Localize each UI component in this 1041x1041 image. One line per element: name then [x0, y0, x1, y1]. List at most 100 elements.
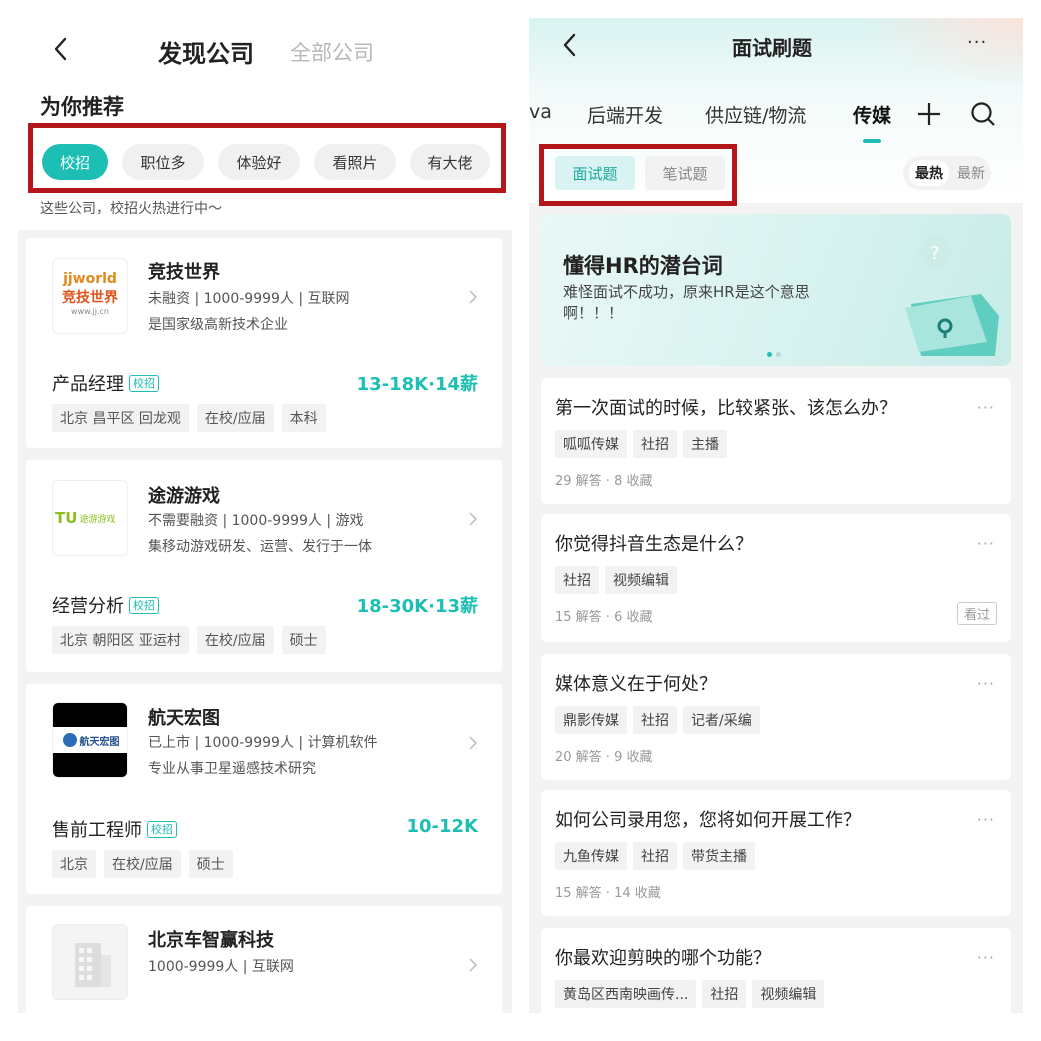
promo-banner[interactable]: 懂得HR的潜台词 难怪面试不成功，原来HR是这个意思啊！！！ ?	[541, 214, 1011, 366]
job-tag: 硕士	[188, 850, 233, 878]
segment-written[interactable]: 笔试题	[645, 156, 725, 190]
folder-illustration-icon: ?	[905, 236, 999, 356]
add-icon[interactable]	[915, 100, 943, 128]
question-card[interactable]: 如何公司录用您，您将如何开展工作？ ··· 九鱼传媒 社招 带货主播 15 解答…	[541, 790, 1011, 916]
question-title: 如何公司录用您，您将如何开展工作？	[555, 810, 861, 831]
company-name: 航天宏图	[148, 708, 220, 729]
company-desc: 集移动游戏研发、运营、发行于一体	[148, 539, 372, 555]
logo-text: TU	[55, 509, 78, 527]
question-type-segment: 面试题 笔试题	[555, 156, 725, 190]
logo-text: 竞技世界	[62, 290, 118, 306]
more-icon[interactable]: ···	[977, 534, 995, 553]
company-name: 竞技世界	[148, 262, 220, 283]
question-card[interactable]: 你最欢迎剪映的哪个功能？ ··· 黄岛区西南映画传... 社招 视频编辑	[541, 928, 1011, 1013]
banner-subtitle: 难怪面试不成功，原来HR是这个意思啊！！！	[563, 283, 810, 322]
question-card[interactable]: 你觉得抖音生态是什么？ ··· 社招 视频编辑 15 解答 · 6 收藏 看过	[541, 514, 1011, 642]
sort-new[interactable]: 最新	[957, 163, 985, 183]
search-icon[interactable]	[969, 100, 997, 128]
back-arrow-icon[interactable]	[557, 31, 585, 59]
question-stats: 20 解答 · 9 收藏	[555, 750, 653, 765]
job-title[interactable]: 售前工程师 校招	[52, 816, 177, 842]
question-tag: 社招	[633, 842, 677, 870]
question-tag: 带货主播	[683, 842, 755, 870]
job-name: 产品经理	[52, 374, 124, 395]
question-tag: 社招	[633, 706, 677, 734]
seen-badge: 看过	[956, 602, 997, 625]
segment-interview[interactable]: 面试题	[555, 156, 635, 190]
job-tag: 在校/应届	[104, 850, 181, 878]
question-title: 你最欢迎剪映的哪个功能？	[555, 948, 771, 969]
question-tag: 鼎影传媒	[555, 706, 627, 734]
more-icon[interactable]: ···	[977, 674, 995, 693]
job-tag: 在校/应届	[196, 626, 274, 654]
company-card[interactable]: jjworld 竞技世界 www.jj.cn 竞技世界 未融资 | 1000-9…	[26, 238, 502, 448]
logo-text: jjworld	[63, 271, 117, 287]
sort-toggle: 最热 最新	[903, 156, 991, 190]
tab-java[interactable]: va	[529, 101, 552, 123]
discover-companies-screen: 发现公司 全部公司 为你推荐 校招 职位多 体验好 看照片 有大佬 这些公司，校…	[18, 18, 512, 1013]
filter-chip-good-experience[interactable]: 体验好	[218, 144, 300, 180]
company-card[interactable]: 航天宏图 航天宏图 已上市 | 1000-9999人 | 计算机软件 专业从事卫…	[26, 684, 502, 894]
question-stats: 29 解答 · 8 收藏	[555, 474, 653, 489]
question-tag: 呱呱传媒	[555, 430, 627, 458]
filter-chip-row: 校招 职位多 体验好 看照片 有大佬	[42, 144, 490, 180]
company-name: 途游游戏	[148, 486, 220, 507]
question-tag: 记者/采编	[683, 706, 760, 734]
sort-hot[interactable]: 最热	[909, 160, 949, 186]
question-card[interactable]: 第一次面试的时候，比较紧张、该怎么办？ ··· 呱呱传媒 社招 主播 29 解答…	[541, 378, 1011, 504]
question-tags: 鼎影传媒 社招 记者/采编	[555, 706, 760, 734]
company-info: 未融资 | 1000-9999人 | 互联网	[148, 291, 350, 307]
job-tags: 北京 朝阳区 亚运村 在校/应届 硕士	[52, 626, 326, 654]
question-title: 媒体意义在于何处？	[555, 674, 717, 695]
job-tag: 北京 昌平区 回龙观	[52, 404, 189, 432]
job-tags: 北京 在校/应届 硕士	[52, 850, 233, 878]
company-name: 北京车智赢科技	[148, 930, 274, 951]
job-name: 售前工程师	[52, 820, 142, 841]
job-title[interactable]: 经营分析 校招	[52, 592, 159, 618]
company-logo: TU 途游游戏	[52, 480, 128, 556]
filter-chip-campus[interactable]: 校招	[42, 144, 108, 180]
salary: 18-30K·13薪	[356, 596, 478, 617]
filter-chip-photos[interactable]: 看照片	[314, 144, 396, 180]
tab-media[interactable]: 传媒	[853, 101, 891, 128]
chevron-right-icon	[469, 512, 478, 526]
interview-practice-screen: 面试刷题 ··· va 后端开发 供应链/物流 传媒 面试题 笔试题 最热 最新…	[529, 18, 1023, 1013]
job-name: 经营分析	[52, 596, 124, 617]
company-card[interactable]: TU 途游游戏 途游游戏 不需要融资 | 1000-9999人 | 游戏 集移动…	[26, 460, 502, 672]
campus-badge: 校招	[147, 820, 177, 838]
question-stats: 15 解答 · 6 收藏	[555, 610, 653, 625]
salary: 13-18K·14薪	[356, 374, 478, 395]
banner-title: 懂得HR的潜台词	[563, 254, 723, 278]
campus-badge: 校招	[129, 596, 159, 614]
campus-badge: 校招	[129, 374, 159, 392]
company-card[interactable]: 北京车智赢科技 1000-9999人 | 互联网	[26, 906, 502, 1013]
filter-chip-many-jobs[interactable]: 职位多	[122, 144, 204, 180]
filter-chip-experts[interactable]: 有大佬	[410, 144, 490, 180]
carousel-dot	[776, 352, 781, 357]
chevron-right-icon	[469, 736, 478, 750]
question-stats: 15 解答 · 14 收藏	[555, 886, 661, 901]
back-arrow-icon[interactable]	[48, 35, 76, 63]
question-tags: 九鱼传媒 社招 带货主播	[555, 842, 755, 870]
page-title[interactable]: 发现公司	[158, 34, 254, 69]
page-title: 面试刷题	[732, 36, 812, 60]
job-title[interactable]: 产品经理 校招	[52, 370, 159, 396]
question-tag: 社招	[555, 566, 599, 594]
job-tag: 北京 朝阳区 亚运村	[52, 626, 189, 654]
more-icon[interactable]: ···	[967, 32, 987, 53]
more-icon[interactable]: ···	[977, 810, 995, 829]
question-tag: 黄岛区西南映画传...	[555, 980, 697, 1008]
recommend-section-title: 为你推荐	[40, 95, 124, 119]
hint-text: 这些公司，校招火热进行中～	[40, 201, 222, 217]
logo-text: 途游游戏	[79, 514, 116, 525]
job-tags: 北京 昌平区 回龙观 在校/应届 本科	[52, 404, 326, 432]
tab-backend[interactable]: 后端开发	[587, 101, 663, 128]
more-icon[interactable]: ···	[977, 948, 995, 967]
question-card[interactable]: 媒体意义在于何处？ ··· 鼎影传媒 社招 记者/采编 20 解答 · 9 收藏	[541, 654, 1011, 780]
company-desc: 是国家级高新技术企业	[148, 317, 288, 333]
question-tags: 社招 视频编辑	[555, 566, 677, 594]
tab-supply-chain[interactable]: 供应链/物流	[705, 101, 806, 128]
job-tag: 硕士	[281, 626, 326, 654]
more-icon[interactable]: ···	[977, 398, 995, 417]
all-companies-tab[interactable]: 全部公司	[290, 37, 374, 67]
